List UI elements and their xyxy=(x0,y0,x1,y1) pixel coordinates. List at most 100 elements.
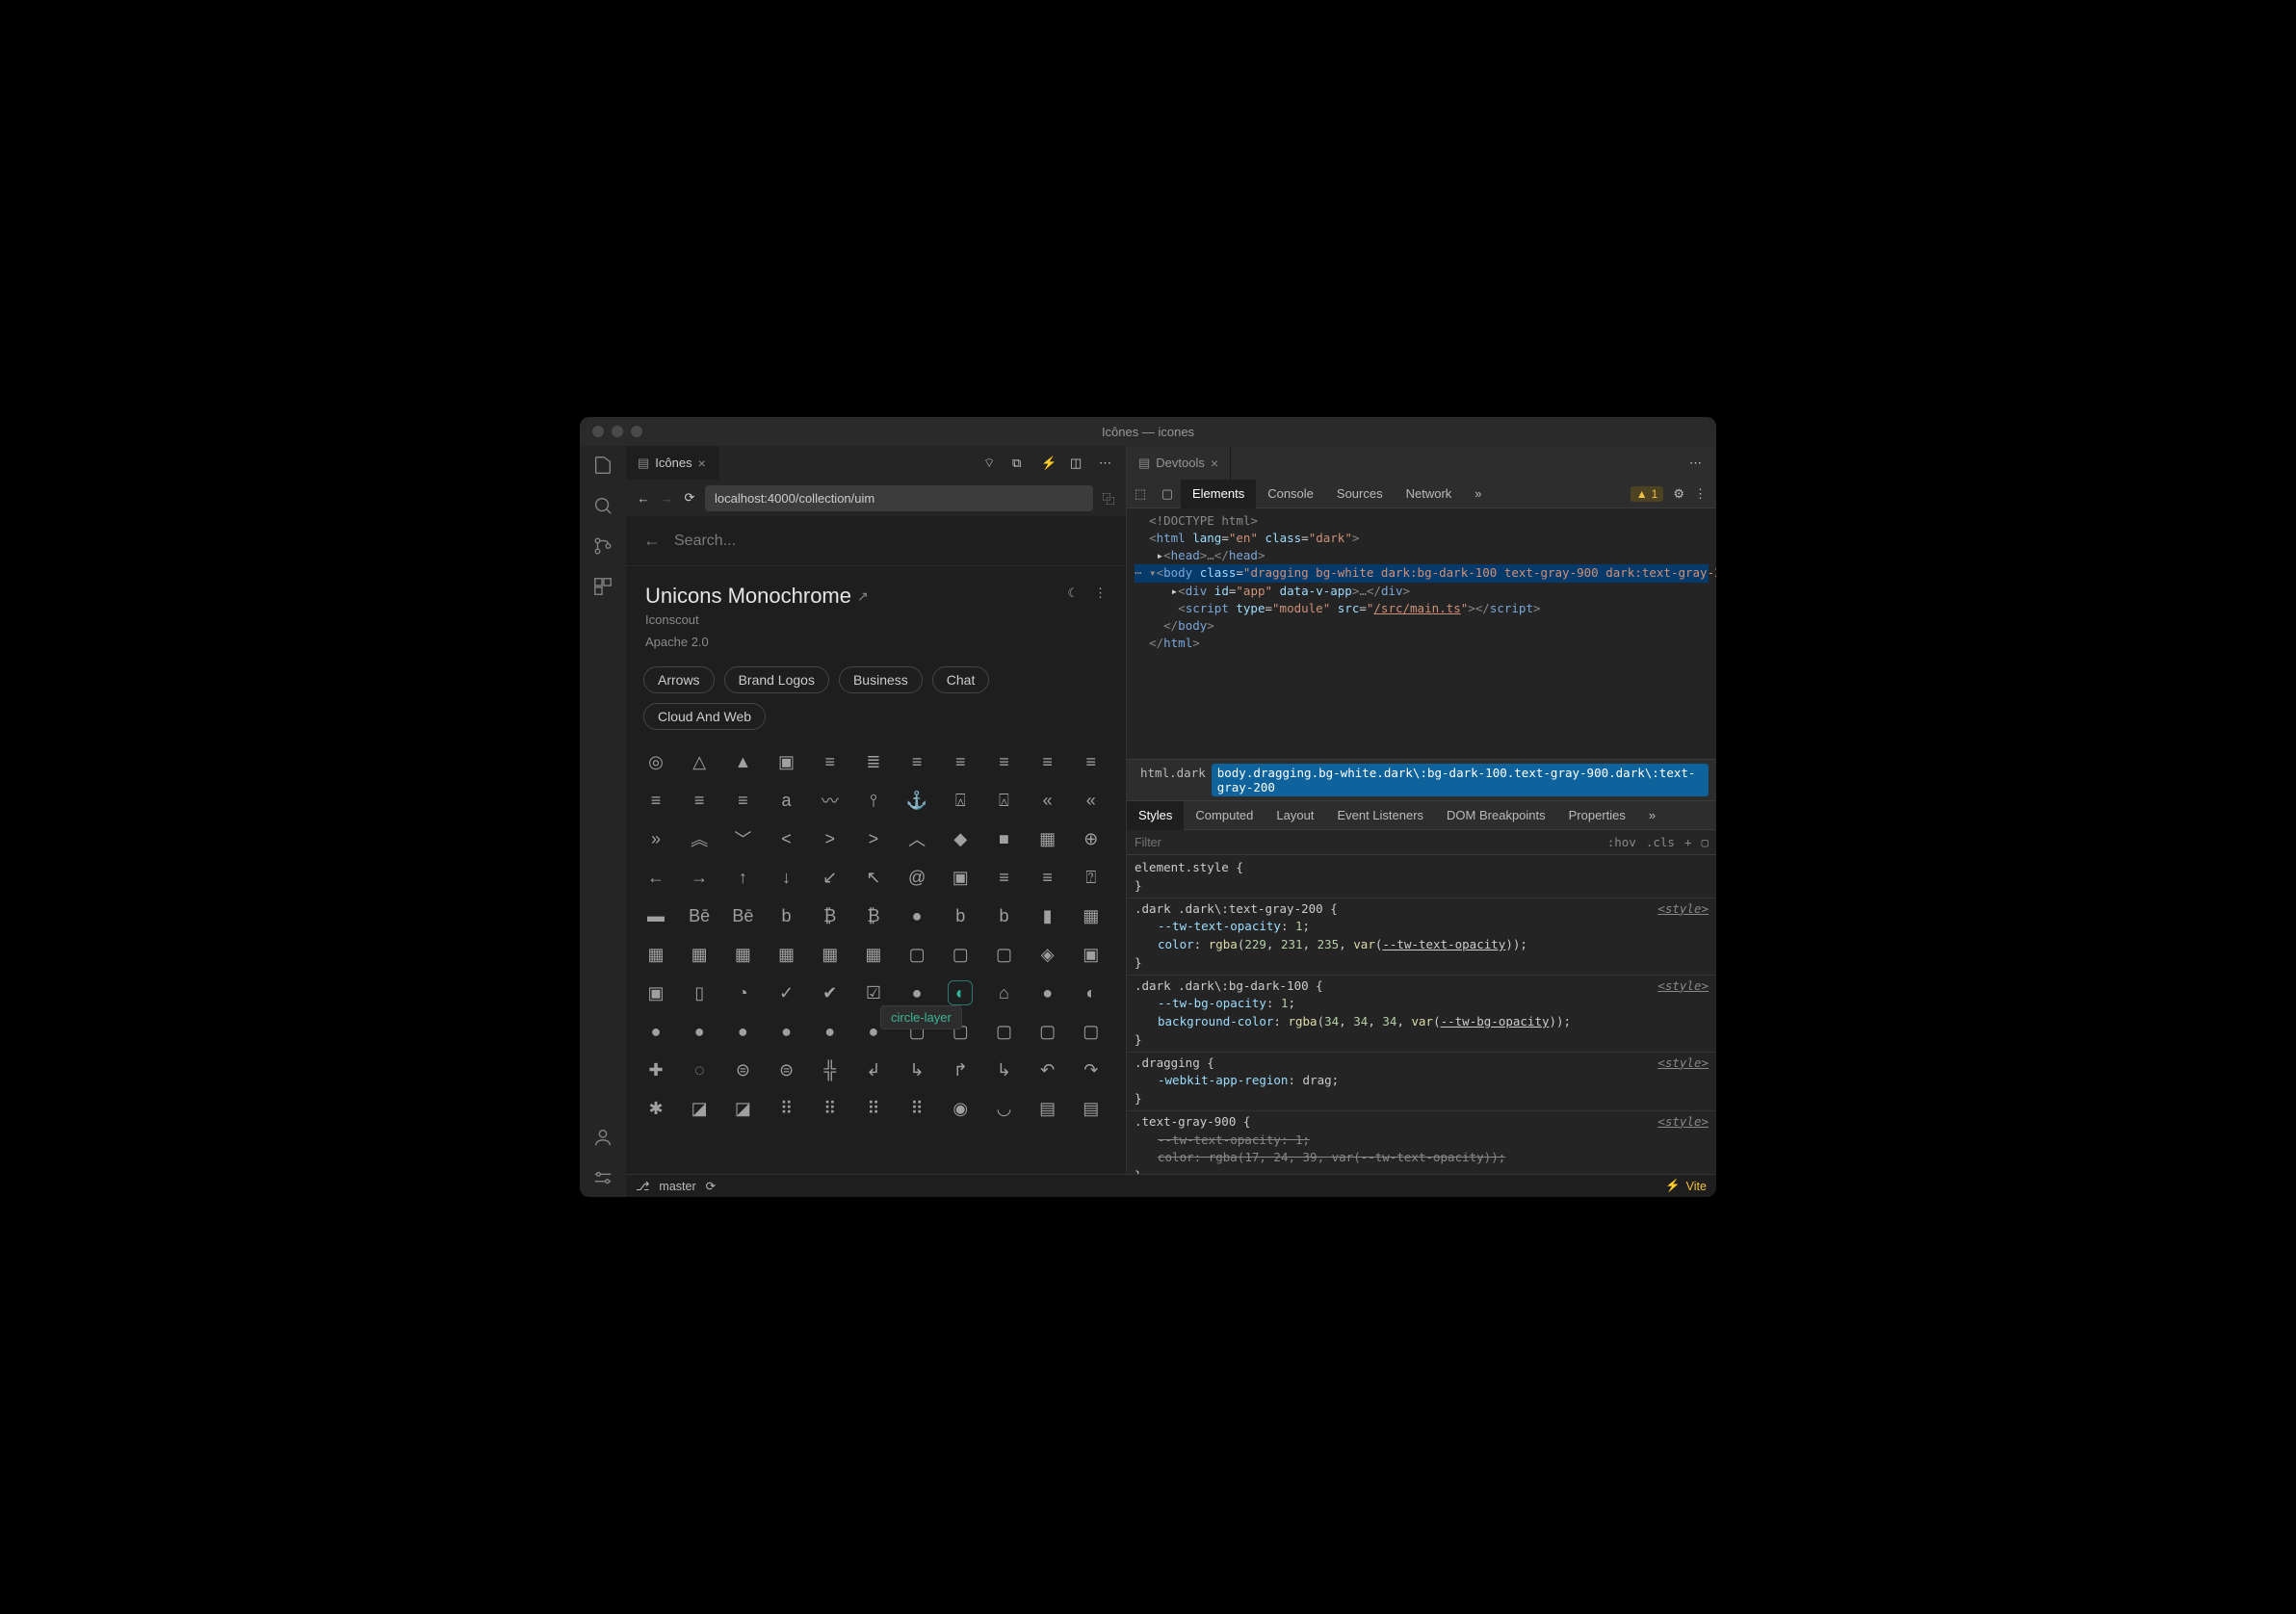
grid-icon[interactable]: ▦ xyxy=(774,942,799,967)
grid-icon[interactable]: ⠿ xyxy=(774,1096,799,1121)
grid-icon[interactable]: ▦ xyxy=(687,942,712,967)
account-icon[interactable] xyxy=(591,1126,614,1149)
chip-chat[interactable]: Chat xyxy=(932,666,990,693)
sync-icon[interactable]: ⟳ xyxy=(706,1179,716,1193)
grid-icon[interactable]: ≡ xyxy=(904,749,929,774)
subtab-properties[interactable]: Properties xyxy=(1557,801,1637,830)
grid-icon[interactable]: ⍰ xyxy=(1079,865,1104,890)
grid-icon[interactable]: ⫯ xyxy=(861,788,886,813)
chip-brand-logos[interactable]: Brand Logos xyxy=(724,666,829,693)
tab-close-icon[interactable]: × xyxy=(698,456,706,471)
grid-icon[interactable]: ⠿ xyxy=(818,1096,843,1121)
grid-icon[interactable]: ◈ xyxy=(1035,942,1060,967)
grid-icon[interactable]: ☑ xyxy=(861,980,886,1005)
grid-icon[interactable]: ● xyxy=(1035,980,1060,1005)
grid-icon[interactable]: ↖ xyxy=(861,865,886,890)
grid-icon[interactable]: ╬ xyxy=(818,1057,843,1082)
grid-icon[interactable]: ◐ xyxy=(948,980,973,1005)
grid-icon[interactable]: ▦ xyxy=(730,942,755,967)
rule-dragging[interactable]: <style> .dragging { -webkit-app-region: … xyxy=(1127,1053,1716,1111)
devtools-close-icon[interactable]: × xyxy=(1211,456,1218,471)
grid-icon[interactable]: ﹀ xyxy=(730,826,755,851)
grid-icon[interactable]: ● xyxy=(818,1019,843,1044)
explorer-icon[interactable] xyxy=(591,454,614,477)
subtab-more[interactable]: » xyxy=(1637,801,1667,830)
dom-tree[interactable]: <!DOCTYPE html> <html lang="en" class="d… xyxy=(1127,508,1716,759)
extensions-icon[interactable] xyxy=(591,575,614,598)
grid-icon[interactable]: ● xyxy=(774,1019,799,1044)
grid-icon[interactable]: ← xyxy=(643,865,668,890)
grid-icon[interactable]: ▢ xyxy=(904,942,929,967)
grid-icon[interactable]: ⊕ xyxy=(1079,826,1104,851)
grid-icon[interactable]: ◎ xyxy=(643,749,668,774)
grid-icon[interactable]: > xyxy=(818,826,843,851)
grid-icon[interactable]: ↙ xyxy=(818,865,843,890)
styles-pane[interactable]: element.style { } <style> .dark .dark\:t… xyxy=(1127,855,1716,1174)
grid-icon[interactable]: ≡ xyxy=(687,788,712,813)
dt-tab-console[interactable]: Console xyxy=(1256,480,1325,508)
traffic-min[interactable] xyxy=(612,426,623,437)
grid-icon[interactable]: Bē xyxy=(730,903,755,928)
computed-toggle-icon[interactable]: ▢ xyxy=(1701,835,1709,849)
grid-icon[interactable]: ● xyxy=(904,980,929,1005)
grid-icon[interactable]: ≡ xyxy=(1035,865,1060,890)
dt-tab-network[interactable]: Network xyxy=(1395,480,1464,508)
grid-icon[interactable]: ⌂ xyxy=(991,980,1016,1005)
crumb-body[interactable]: body.dragging.bg-white.dark\:bg-dark-100… xyxy=(1212,764,1709,796)
dt-vmore-icon[interactable]: ⋮ xyxy=(1694,486,1707,502)
dt-gear-icon[interactable]: ⚙ xyxy=(1673,486,1684,502)
grid-icon[interactable]: ▣ xyxy=(948,865,973,890)
rule-text-gray-900[interactable]: <style> .text-gray-900 { --tw-text-opaci… xyxy=(1127,1111,1716,1174)
grid-icon[interactable]: ↶ xyxy=(1035,1057,1060,1082)
grid-icon[interactable]: ↳ xyxy=(991,1057,1016,1082)
grid-icon[interactable]: » xyxy=(643,826,668,851)
grid-icon[interactable]: ↓ xyxy=(774,865,799,890)
grid-icon[interactable]: ◐ xyxy=(1079,980,1104,1005)
grid-icon[interactable]: a xyxy=(774,788,799,813)
dom-selected-body[interactable]: ⋯ ▾<body class="dragging bg-white dark:b… xyxy=(1135,564,1709,582)
grid-icon[interactable]: ≡ xyxy=(991,749,1016,774)
grid-icon[interactable]: ↳ xyxy=(904,1057,929,1082)
rule-elementstyle[interactable]: element.style { } xyxy=(1127,857,1716,898)
grid-icon[interactable]: ↷ xyxy=(1079,1057,1104,1082)
dt-tab-elements[interactable]: Elements xyxy=(1181,480,1256,508)
grid-icon[interactable]: ▢ xyxy=(991,1019,1016,1044)
grid-icon[interactable]: ◔ xyxy=(730,980,755,1005)
grid-icon[interactable]: ︽ xyxy=(687,826,712,851)
git-branch-icon[interactable]: ⎇ xyxy=(636,1179,649,1193)
grid-icon[interactable]: ▯ xyxy=(687,980,712,1005)
grid-icon[interactable]: < xyxy=(774,826,799,851)
dt-tab-sources[interactable]: Sources xyxy=(1325,480,1395,508)
grid-icon[interactable]: ₿ xyxy=(818,903,843,928)
grid-icon[interactable]: ▦ xyxy=(643,942,668,967)
grid-icon[interactable]: « xyxy=(1035,788,1060,813)
grid-icon[interactable]: « xyxy=(1079,788,1104,813)
grid-icon[interactable]: △ xyxy=(687,749,712,774)
right-more-icon[interactable]: ⋯ xyxy=(1689,456,1705,471)
tab-devtools[interactable]: ▤ Devtools × xyxy=(1127,446,1231,480)
grid-icon[interactable]: ▬ xyxy=(643,903,668,928)
grid-icon[interactable]: ︿ xyxy=(904,826,929,851)
grid-icon[interactable]: ◡ xyxy=(991,1096,1016,1121)
grid-icon[interactable]: ▣ xyxy=(643,980,668,1005)
forward-icon[interactable]: → xyxy=(659,491,674,506)
grid-icon[interactable]: ₿ xyxy=(861,903,886,928)
device-toggle-icon[interactable]: ▢ xyxy=(1154,486,1181,502)
grid-icon[interactable]: ◪ xyxy=(730,1096,755,1121)
vite-icon[interactable]: ⚡ xyxy=(1665,1179,1681,1193)
grid-icon[interactable]: > xyxy=(861,826,886,851)
grid-icon[interactable]: ◌ xyxy=(687,1057,712,1082)
grid-icon[interactable]: ↱ xyxy=(948,1057,973,1082)
search-back-icon[interactable]: ← xyxy=(643,531,661,551)
grid-icon[interactable]: ≡ xyxy=(818,749,843,774)
styles-filter-input[interactable] xyxy=(1135,836,1607,849)
hov-toggle[interactable]: :hov xyxy=(1607,835,1636,849)
grid-icon[interactable]: b xyxy=(774,903,799,928)
grid-icon[interactable]: ◉ xyxy=(948,1096,973,1121)
grid-icon[interactable]: ⠿ xyxy=(904,1096,929,1121)
grid-icon[interactable]: ● xyxy=(687,1019,712,1044)
traffic-close[interactable] xyxy=(592,426,604,437)
traffic-max[interactable] xyxy=(631,426,642,437)
tab-icones[interactable]: ▤ Icônes × xyxy=(626,446,718,480)
grid-icon[interactable]: Bē xyxy=(687,903,712,928)
